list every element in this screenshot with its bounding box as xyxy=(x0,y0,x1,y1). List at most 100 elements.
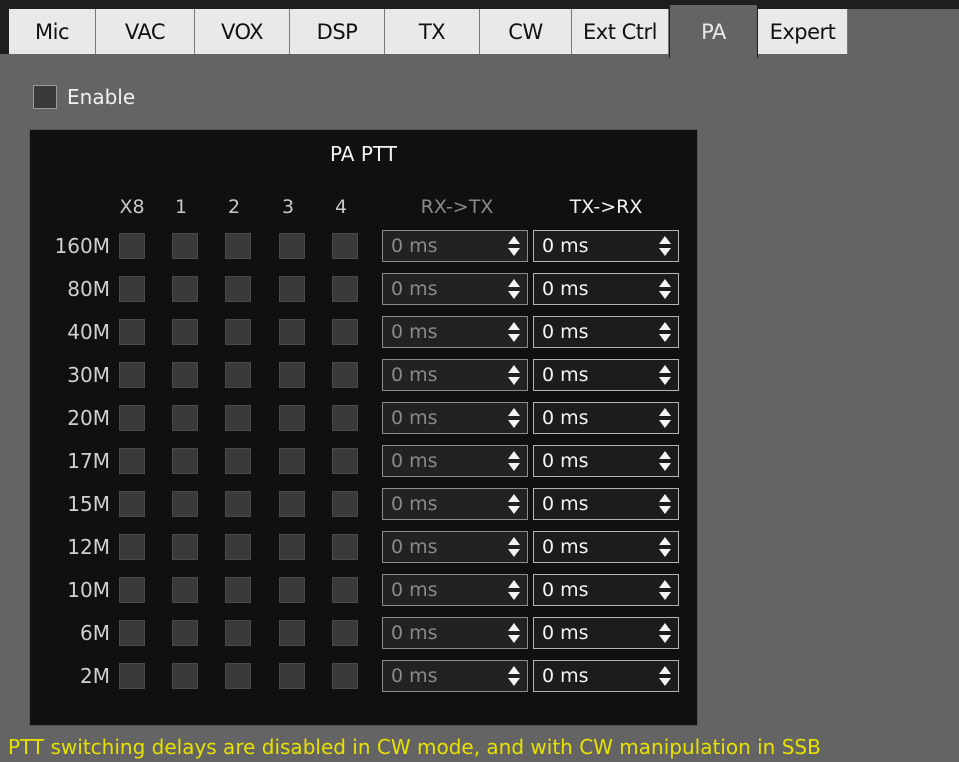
checkbox-10m-4[interactable] xyxy=(332,577,358,603)
tx-rx-delay-12m[interactable]: 0 ms xyxy=(533,531,679,563)
spinner-arrows-icon[interactable] xyxy=(658,235,672,257)
spinner-arrows-icon[interactable] xyxy=(507,665,521,687)
checkbox-80m-3[interactable] xyxy=(279,276,305,302)
spinner-arrows-icon[interactable] xyxy=(507,235,521,257)
rx-tx-delay-15m[interactable]: 0 ms xyxy=(382,488,528,520)
tab-vox[interactable]: VOX xyxy=(195,9,290,54)
rx-tx-delay-40m[interactable]: 0 ms xyxy=(382,316,528,348)
checkbox-15m-x8[interactable] xyxy=(119,491,145,517)
tx-rx-delay-15m[interactable]: 0 ms xyxy=(533,488,679,520)
checkbox-20m-2[interactable] xyxy=(225,405,251,431)
checkbox-20m-4[interactable] xyxy=(332,405,358,431)
checkbox-20m-x8[interactable] xyxy=(119,405,145,431)
spinner-arrows-icon[interactable] xyxy=(658,665,672,687)
checkbox-160m-1[interactable] xyxy=(172,233,198,259)
tab-pa[interactable]: PA xyxy=(669,4,758,58)
spinner-arrows-icon[interactable] xyxy=(658,450,672,472)
rx-tx-delay-10m[interactable]: 0 ms xyxy=(382,574,528,606)
tab-expert[interactable]: Expert xyxy=(758,9,848,54)
enable-checkbox[interactable] xyxy=(33,85,57,109)
checkbox-6m-x8[interactable] xyxy=(119,620,145,646)
tab-dsp[interactable]: DSP xyxy=(290,9,385,54)
spinner-arrows-icon[interactable] xyxy=(507,321,521,343)
rx-tx-delay-12m[interactable]: 0 ms xyxy=(382,531,528,563)
checkbox-6m-3[interactable] xyxy=(279,620,305,646)
checkbox-15m-4[interactable] xyxy=(332,491,358,517)
tab-vac[interactable]: VAC xyxy=(96,9,195,54)
tx-rx-delay-40m[interactable]: 0 ms xyxy=(533,316,679,348)
spinner-arrows-icon[interactable] xyxy=(658,493,672,515)
checkbox-15m-2[interactable] xyxy=(225,491,251,517)
tx-rx-delay-30m[interactable]: 0 ms xyxy=(533,359,679,391)
checkbox-40m-x8[interactable] xyxy=(119,319,145,345)
enable-row[interactable]: Enable xyxy=(33,83,135,111)
checkbox-40m-4[interactable] xyxy=(332,319,358,345)
checkbox-20m-3[interactable] xyxy=(279,405,305,431)
rx-tx-delay-80m[interactable]: 0 ms xyxy=(382,273,528,305)
checkbox-80m-x8[interactable] xyxy=(119,276,145,302)
checkbox-30m-3[interactable] xyxy=(279,362,305,388)
checkbox-160m-2[interactable] xyxy=(225,233,251,259)
tab-cw[interactable]: CW xyxy=(480,9,572,54)
spinner-arrows-icon[interactable] xyxy=(658,321,672,343)
spinner-arrows-icon[interactable] xyxy=(507,278,521,300)
checkbox-10m-3[interactable] xyxy=(279,577,305,603)
checkbox-30m-4[interactable] xyxy=(332,362,358,388)
tab-tx[interactable]: TX xyxy=(385,9,480,54)
checkbox-40m-3[interactable] xyxy=(279,319,305,345)
checkbox-2m-x8[interactable] xyxy=(119,663,145,689)
checkbox-80m-1[interactable] xyxy=(172,276,198,302)
checkbox-2m-2[interactable] xyxy=(225,663,251,689)
tx-rx-delay-6m[interactable]: 0 ms xyxy=(533,617,679,649)
checkbox-10m-x8[interactable] xyxy=(119,577,145,603)
rx-tx-delay-160m[interactable]: 0 ms xyxy=(382,230,528,262)
checkbox-160m-x8[interactable] xyxy=(119,233,145,259)
checkbox-6m-2[interactable] xyxy=(225,620,251,646)
checkbox-17m-x8[interactable] xyxy=(119,448,145,474)
spinner-arrows-icon[interactable] xyxy=(658,579,672,601)
checkbox-10m-1[interactable] xyxy=(172,577,198,603)
spinner-arrows-icon[interactable] xyxy=(658,407,672,429)
tab-ext-ctrl[interactable]: Ext Ctrl xyxy=(572,9,669,54)
rx-tx-delay-20m[interactable]: 0 ms xyxy=(382,402,528,434)
spinner-arrows-icon[interactable] xyxy=(507,536,521,558)
spinner-arrows-icon[interactable] xyxy=(507,450,521,472)
rx-tx-delay-6m[interactable]: 0 ms xyxy=(382,617,528,649)
spinner-arrows-icon[interactable] xyxy=(507,493,521,515)
checkbox-6m-1[interactable] xyxy=(172,620,198,646)
rx-tx-delay-2m[interactable]: 0 ms xyxy=(382,660,528,692)
rx-tx-delay-17m[interactable]: 0 ms xyxy=(382,445,528,477)
checkbox-15m-3[interactable] xyxy=(279,491,305,517)
rx-tx-delay-30m[interactable]: 0 ms xyxy=(382,359,528,391)
tx-rx-delay-17m[interactable]: 0 ms xyxy=(533,445,679,477)
checkbox-30m-2[interactable] xyxy=(225,362,251,388)
checkbox-12m-4[interactable] xyxy=(332,534,358,560)
checkbox-17m-2[interactable] xyxy=(225,448,251,474)
checkbox-20m-1[interactable] xyxy=(172,405,198,431)
checkbox-15m-1[interactable] xyxy=(172,491,198,517)
tx-rx-delay-160m[interactable]: 0 ms xyxy=(533,230,679,262)
checkbox-17m-3[interactable] xyxy=(279,448,305,474)
checkbox-12m-1[interactable] xyxy=(172,534,198,560)
checkbox-2m-1[interactable] xyxy=(172,663,198,689)
spinner-arrows-icon[interactable] xyxy=(507,622,521,644)
tx-rx-delay-20m[interactable]: 0 ms xyxy=(533,402,679,434)
checkbox-12m-3[interactable] xyxy=(279,534,305,560)
checkbox-12m-x8[interactable] xyxy=(119,534,145,560)
spinner-arrows-icon[interactable] xyxy=(507,407,521,429)
checkbox-2m-4[interactable] xyxy=(332,663,358,689)
checkbox-40m-2[interactable] xyxy=(225,319,251,345)
tab-mic[interactable]: Mic xyxy=(9,9,96,54)
checkbox-17m-1[interactable] xyxy=(172,448,198,474)
checkbox-80m-2[interactable] xyxy=(225,276,251,302)
spinner-arrows-icon[interactable] xyxy=(507,579,521,601)
tx-rx-delay-10m[interactable]: 0 ms xyxy=(533,574,679,606)
checkbox-160m-3[interactable] xyxy=(279,233,305,259)
checkbox-6m-4[interactable] xyxy=(332,620,358,646)
checkbox-80m-4[interactable] xyxy=(332,276,358,302)
checkbox-2m-3[interactable] xyxy=(279,663,305,689)
spinner-arrows-icon[interactable] xyxy=(658,622,672,644)
spinner-arrows-icon[interactable] xyxy=(658,278,672,300)
tx-rx-delay-80m[interactable]: 0 ms xyxy=(533,273,679,305)
checkbox-30m-1[interactable] xyxy=(172,362,198,388)
